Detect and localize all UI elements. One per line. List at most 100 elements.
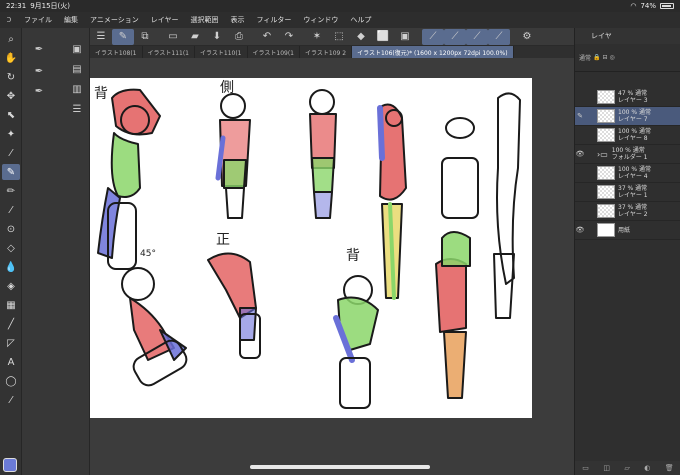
hand-tool-icon[interactable]: ✋	[2, 50, 20, 66]
layer-row[interactable]: 47 % 通常 レイヤー 3	[575, 88, 680, 107]
menu-window[interactable]: ウィンドウ	[297, 15, 344, 25]
tab-doc-active[interactable]: イラスト106(復元)* (1600 x 1200px 72dpi 100.0%…	[352, 46, 514, 58]
main-color-swatch[interactable]	[3, 458, 17, 472]
menu-view[interactable]: 表示	[225, 15, 251, 25]
zoom-tool-icon[interactable]: ⌕	[2, 31, 20, 47]
layer-mode-icon[interactable]: ⧉	[134, 29, 156, 45]
label-back: 背	[94, 86, 108, 102]
status-bar: 22:31 9月15日(火) ◠ 74%	[0, 0, 680, 12]
layer-row[interactable]: 100 % 通常 レイヤー 4	[575, 164, 680, 183]
eraser-icon[interactable]: ◇	[2, 240, 20, 256]
layer-panel-title: レイヤ	[591, 32, 612, 40]
menu-filter[interactable]: フィルター	[251, 15, 298, 25]
redo-icon[interactable]: ↷	[278, 29, 300, 45]
menu-toggle-icon[interactable]: ☰	[90, 29, 112, 45]
clear-icon[interactable]: ✶	[306, 29, 328, 45]
layer-blend-mode[interactable]: 通常	[579, 53, 591, 62]
stroke-3-icon[interactable]: ⟋	[466, 28, 488, 45]
new-folder-icon[interactable]: ▱	[624, 464, 629, 472]
stroke-2-icon[interactable]: ⟋	[444, 28, 466, 45]
menu-file[interactable]: ファイル	[18, 15, 58, 25]
undo-icon[interactable]: ↶	[256, 29, 278, 45]
transform-icon[interactable]: ⬚	[328, 29, 350, 45]
layer-panel-footer: ▭ ◫ ▱ ◐ 🗑	[575, 461, 680, 475]
figure-tool-icon[interactable]: ╱	[2, 316, 20, 332]
eye-icon[interactable]: 👁	[575, 150, 585, 158]
pen-tool-icon[interactable]: ✎	[2, 164, 20, 180]
new-file-icon[interactable]: ▭	[162, 29, 184, 45]
lock-icon[interactable]: 🔒	[593, 54, 600, 61]
tab-doc-1[interactable]: イラスト108(1	[90, 46, 143, 58]
pen-mode-icon[interactable]: ✎	[112, 28, 134, 45]
folder-icon: ›▭	[597, 149, 608, 159]
status-time: 22:31	[6, 2, 27, 10]
frame-tool-icon[interactable]: ◸	[2, 335, 20, 351]
layer-row[interactable]: 37 % 通常 レイヤー 2	[575, 202, 680, 221]
tab-doc-2[interactable]: イラスト111(1	[143, 46, 195, 58]
menu-edit[interactable]: 編集	[58, 15, 84, 25]
menu-help[interactable]: ヘルプ	[344, 15, 377, 25]
subtool-b-icon[interactable]: ✒	[32, 64, 46, 78]
rotate-tool-icon[interactable]: ↻	[2, 69, 20, 85]
layer-row[interactable]: 100 % 通常 レイヤー 8	[575, 126, 680, 145]
sub-tool-palette: ✒ ✒ ✒ ▣ ▤ ▥ ☰	[22, 28, 90, 475]
subtool-c-icon[interactable]: ✒	[32, 84, 46, 98]
canvas-area[interactable]: 背 側 45° 正 背	[90, 58, 574, 475]
paper-layer-row[interactable]: 👁 用紙	[575, 221, 680, 240]
blend-tool-icon[interactable]: 💧	[2, 259, 20, 275]
open-folder-icon[interactable]: ▰	[184, 29, 206, 45]
settings-icon[interactable]: ⚙	[516, 29, 538, 45]
subtool-panel-icon[interactable]: ▣	[70, 42, 84, 56]
new-vector-layer-icon[interactable]: ◫	[603, 464, 610, 472]
folder-row[interactable]: 👁 ›▭ 100 % 通常 フォルダー 1	[575, 145, 680, 164]
save-icon[interactable]: ⬇	[206, 29, 228, 45]
menu-selection[interactable]: 選択範囲	[185, 15, 225, 25]
balloon-tool-icon[interactable]: ◯	[2, 373, 20, 389]
stroke-1-icon[interactable]: ⟋	[422, 28, 444, 45]
label-45: 45°	[140, 249, 156, 259]
stroke-4-icon[interactable]: ⟋	[488, 28, 510, 45]
layer-thumbnail	[597, 166, 615, 180]
menu-bar: ↄ ファイル 編集 アニメーション レイヤー 選択範囲 表示 フィルター ウィン…	[0, 12, 680, 28]
gradient-tool-icon[interactable]: ▦	[2, 297, 20, 313]
magic-wand-icon[interactable]: ✦	[2, 126, 20, 142]
eyedropper-icon[interactable]: ⁄	[2, 145, 20, 161]
drawing-canvas[interactable]: 背 側 45° 正 背	[90, 78, 532, 418]
reference-icon[interactable]: ◎	[610, 54, 615, 61]
layer-row-selected[interactable]: ✎ 100 % 通常 レイヤー 7	[575, 107, 680, 126]
deselect-icon[interactable]: ⬜	[372, 29, 394, 45]
app-logo-icon[interactable]: ↄ	[0, 15, 18, 25]
fill-icon[interactable]: ◆	[350, 29, 372, 45]
menu-animation[interactable]: アニメーション	[84, 15, 145, 25]
invert-icon[interactable]: ▣	[394, 29, 416, 45]
list-icon[interactable]: ☰	[70, 102, 84, 116]
eye-icon[interactable]: 👁	[575, 226, 585, 234]
tool-palette: ⌕ ✋ ↻ ✥ ⬉ ✦ ⁄ ✎ ✏ ⁄ ⊙ ◇ 💧 ◈ ▦ ╱ ◸ A ◯ ⁄	[0, 28, 22, 475]
pencil-tool-icon[interactable]: ✏	[2, 183, 20, 199]
tab-doc-4[interactable]: イラスト109(1	[248, 46, 300, 58]
layer-thumbnail	[597, 90, 615, 104]
clip-icon[interactable]: ⊟	[603, 54, 608, 61]
fill-tool-icon[interactable]: ◈	[2, 278, 20, 294]
ruler-tool-icon[interactable]: ⁄	[2, 392, 20, 408]
label-front: 正	[216, 232, 230, 248]
layer-thumbnail	[597, 185, 615, 199]
operation-tool-icon[interactable]: ⬉	[2, 107, 20, 123]
tab-doc-3[interactable]: イラスト110(1	[195, 46, 248, 58]
tab-doc-5[interactable]: イラスト109 2	[300, 46, 353, 58]
subtool-a-icon[interactable]: ✒	[32, 42, 46, 56]
print-icon[interactable]: ⎙	[228, 29, 250, 45]
new-raster-layer-icon[interactable]: ▭	[582, 464, 589, 472]
brush-tool-icon[interactable]: ⁄	[2, 202, 20, 218]
text-tool-icon[interactable]: A	[2, 354, 20, 370]
layer-row[interactable]: 37 % 通常 レイヤー 1	[575, 183, 680, 202]
navigator-icon[interactable]: ▤	[70, 62, 84, 76]
menu-layer[interactable]: レイヤー	[145, 15, 185, 25]
delete-layer-icon[interactable]: 🗑	[665, 464, 674, 472]
mask-icon[interactable]: ◐	[644, 464, 650, 472]
airbrush-icon[interactable]: ⊙	[2, 221, 20, 237]
move-tool-icon[interactable]: ✥	[2, 88, 20, 104]
property-icon[interactable]: ▥	[70, 82, 84, 96]
layer-panel: レイヤ 通常 🔒 ⊟ ◎ 47 % 通常 レイヤー 3 ✎ 100 % 通常 レ…	[574, 28, 680, 475]
battery-icon	[660, 3, 674, 9]
